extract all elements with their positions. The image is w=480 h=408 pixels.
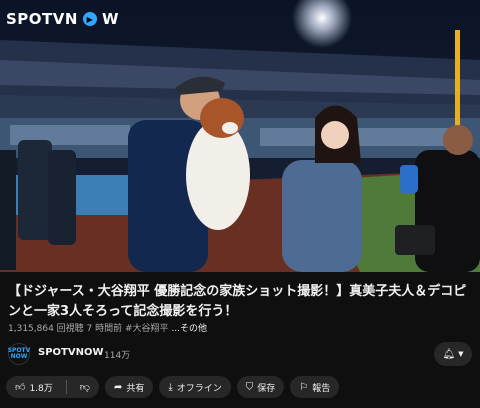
view-count: 1,315,864 回視聴: [8, 324, 84, 334]
channel-avatar[interactable]: SPOTV NOW: [8, 343, 30, 365]
subscriber-count: 114万: [104, 351, 131, 361]
share-icon: ➦: [113, 381, 123, 393]
like-dislike-group: 👍︎ 1.8万 👎︎: [6, 376, 99, 398]
spotv-now-watermark: SPOTV N O▶ W: [6, 10, 119, 28]
report-label: 報告: [312, 383, 331, 394]
offline-download-button[interactable]: ⤓ オフライン: [159, 376, 231, 398]
video-meta[interactable]: 1,315,864 回視聴 7 時間前 #大谷翔平 ...その他: [8, 321, 207, 334]
video-title: 【ドジャース・大谷翔平 優勝記念の家族ショット撮影！】真美子夫人＆デコピンと一家…: [8, 284, 467, 319]
like-divider: [65, 380, 67, 394]
bookmark-icon: ⛉: [245, 381, 254, 393]
video-player[interactable]: SPOTV N O▶ W: [0, 0, 480, 272]
upload-age: 7 時間前: [86, 324, 123, 334]
share-label: 共有: [126, 383, 145, 394]
chevron-down-icon: ▼: [458, 350, 464, 358]
dislike-button[interactable]: 👎︎: [71, 376, 99, 398]
watermark-o-icon: O▶: [82, 12, 97, 26]
notification-bell-button[interactable]: 🔔︎ ▼: [434, 342, 472, 366]
bell-icon: 🔔︎: [442, 348, 456, 360]
download-icon: ⤓: [168, 381, 173, 393]
save-button[interactable]: ⛉ 保存: [236, 376, 285, 398]
video-frame-image: [0, 0, 480, 272]
watermark-pre-o-text: N: [64, 10, 78, 28]
thumbs-down-icon: 👎︎: [79, 382, 90, 393]
like-count: 1.8万: [29, 383, 53, 394]
like-button[interactable]: 👍︎ 1.8万: [6, 376, 62, 398]
hashtag-link[interactable]: #大谷翔平: [125, 324, 169, 334]
channel-name[interactable]: SPOTVNOW: [38, 347, 104, 358]
watermark-left-text: SPOTV: [6, 10, 65, 28]
flag-icon: ⚐: [299, 381, 309, 393]
thumbs-up-icon: 👍︎: [15, 382, 26, 393]
report-button[interactable]: ⚐ 報告: [290, 376, 340, 398]
watermark-right-text: W: [101, 10, 119, 28]
share-button[interactable]: ➦ 共有: [104, 376, 154, 398]
save-label: 保存: [257, 383, 276, 394]
channel-row: SPOTV NOW SPOTVNOW 114万 🔔︎ ▼: [8, 342, 472, 366]
offline-label: オフライン: [176, 383, 222, 394]
action-bar: 👍︎ 1.8万 👎︎ ➦ 共有 ⤓ オフライン ⛉ 保存 ⚐ 報告: [6, 376, 340, 398]
more-link[interactable]: ...その他: [171, 324, 207, 334]
